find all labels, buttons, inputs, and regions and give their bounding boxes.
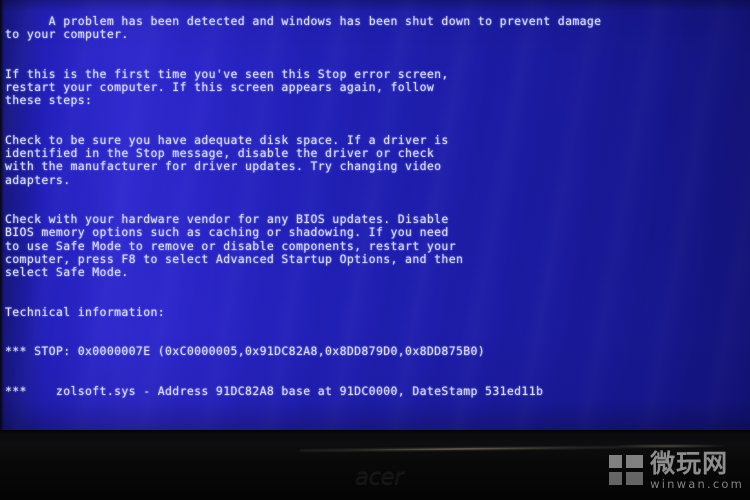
watermark-text-block: 微玩网 winwan.com [650, 451, 744, 491]
bsod-line-6: Check to be sure you have adequate disk … [5, 133, 449, 147]
bsod-line-14: select Safe Mode. [5, 265, 129, 280]
bsod-message-text: A problem has been detected and windows … [5, 2, 750, 434]
bsod-line-3: If this is the first time you've seen th… [5, 67, 449, 81]
watermark-grid-icon [609, 455, 644, 486]
bezel-gloss-highlight-secondary [610, 444, 730, 448]
monitor-photograph: A problem has been detected and windows … [0, 0, 750, 500]
bsod-spacer-4 [5, 279, 750, 292]
watermark-site-label: winwan.com [650, 476, 744, 491]
bsod-line-2: to your computer. [5, 27, 129, 42]
bsod-line-13: computer, press F8 to select Advanced St… [5, 251, 464, 266]
watermark-square-top-right [626, 455, 644, 469]
bsod-screen: A problem has been detected and windows … [0, 0, 750, 434]
stop-code-line: *** STOP: 0x0000007E (0xC0000005,0x91DC8… [5, 344, 486, 359]
bsod-spacer-7 [5, 398, 750, 411]
watermark-square-top-left [609, 455, 623, 469]
bsod-spacer-1 [5, 42, 750, 55]
bsod-line-12: to use Safe Mode to remove or disable co… [5, 238, 456, 253]
bsod-line-1: A problem has been detected and windows … [48, 14, 602, 29]
bsod-spacer-5 [5, 319, 750, 332]
acer-brand-logo: acer [355, 464, 404, 490]
screen-left-edge-shadow [0, 0, 4, 434]
bsod-line-5: these steps: [5, 93, 93, 108]
watermark-chinese-label: 微玩网 [650, 448, 729, 478]
watermark-square-bottom-right [626, 472, 644, 486]
bsod-line-8: with the manufacturer for driver updates… [5, 159, 442, 174]
bsod-spacer-2 [5, 108, 750, 121]
bsod-line-9: adapters. [5, 172, 71, 187]
bsod-spacer-8 [5, 424, 750, 434]
bsod-line-11: BIOS memory options such as caching or s… [5, 225, 449, 240]
bsod-spacer-3 [5, 187, 750, 200]
technical-information-heading: Technical information: [5, 304, 166, 319]
bsod-spacer-6 [5, 358, 750, 371]
watermark-square-bottom-left [609, 472, 623, 486]
watermark: 微玩网 winwan.com [609, 451, 744, 491]
faulting-driver-line: *** zolsoft.sys - Address 91DC82A8 base … [5, 383, 544, 398]
